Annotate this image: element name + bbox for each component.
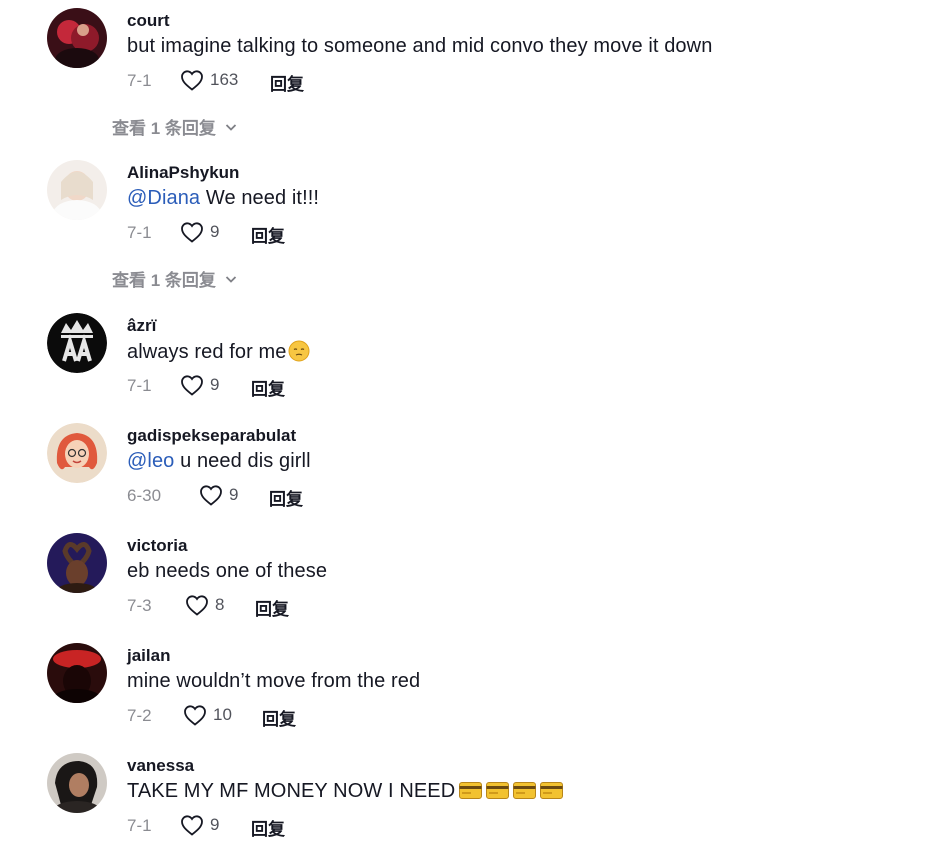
view-replies-button[interactable]: 查看 1 条回复 — [112, 266, 238, 291]
comment-date: 7-1 — [127, 223, 152, 242]
comment-text: @leo u need dis girll — [127, 450, 311, 473]
like-button[interactable]: 10 — [183, 704, 232, 726]
comment-date: 6-30 — [127, 486, 162, 505]
username[interactable]: AlinaPshykun — [127, 163, 239, 183]
like-count: 9 — [229, 485, 239, 504]
avatar[interactable] — [47, 313, 107, 373]
comment-text: @Diana We need it!!! — [127, 187, 319, 210]
view-replies-button[interactable]: 查看 1 条回复 — [112, 114, 238, 139]
username[interactable]: âzrï — [127, 316, 156, 336]
reply-button[interactable]: 回复 — [251, 375, 285, 400]
heart-icon — [181, 222, 203, 243]
credit-card-emoji — [459, 782, 483, 799]
avatar[interactable] — [47, 423, 107, 483]
comment-text-body: always red for me — [127, 341, 287, 363]
avatar[interactable] — [47, 160, 107, 220]
avatar[interactable] — [47, 533, 107, 593]
comment-text: TAKE MY MF MONEY NOW I NEED — [127, 780, 564, 803]
like-count: 9 — [210, 375, 220, 394]
comment-text-body: TAKE MY MF MONEY NOW I NEED — [127, 780, 456, 802]
heart-icon — [200, 485, 222, 506]
comment-text: eb needs one of these — [127, 560, 328, 582]
avatar[interactable] — [47, 643, 107, 703]
like-count: 9 — [210, 815, 220, 834]
like-button[interactable]: 9 — [180, 374, 219, 396]
chevron-down-icon — [225, 275, 237, 283]
comment-date: 7-1 — [127, 71, 152, 90]
mention-link[interactable]: @leo — [127, 450, 174, 472]
reply-button[interactable]: 回复 — [251, 815, 285, 840]
like-button[interactable]: 163 — [180, 69, 238, 91]
like-count: 9 — [210, 222, 220, 241]
mention-link[interactable]: @Diana — [127, 187, 200, 209]
like-count: 163 — [210, 70, 239, 89]
comment-text: mine wouldn’t move from the red — [127, 670, 421, 692]
like-button[interactable]: 9 — [180, 814, 219, 836]
comment-text: but imagine talking to someone and mid c… — [127, 35, 713, 57]
username[interactable]: gadispekseparabulat — [127, 426, 296, 446]
credit-card-emoji — [513, 782, 537, 799]
like-count: 10 — [213, 705, 232, 724]
username[interactable]: jailan — [127, 646, 170, 666]
reply-button[interactable]: 回复 — [255, 595, 289, 620]
heart-icon — [181, 70, 203, 91]
comment-date: 7-3 — [127, 596, 152, 615]
comment-text-body: u need dis girll — [174, 450, 311, 472]
comment-text: always red for me — [127, 340, 310, 364]
chevron-down-icon — [225, 123, 237, 131]
comment-date: 7-1 — [127, 376, 152, 395]
avatar[interactable] — [47, 753, 107, 813]
username[interactable]: vanessa — [127, 756, 194, 776]
reply-button[interactable]: 回复 — [251, 222, 285, 247]
heart-icon — [186, 595, 208, 616]
heart-icon — [184, 705, 206, 726]
pleading-face-emoji — [288, 340, 310, 362]
username[interactable]: court — [127, 11, 170, 31]
like-button[interactable]: 9 — [180, 221, 219, 243]
avatar[interactable] — [47, 8, 107, 68]
reply-button[interactable]: 回复 — [262, 705, 296, 730]
credit-card-emoji — [540, 782, 564, 799]
view-replies-label: 查看 1 条回复 — [112, 119, 216, 138]
reply-button[interactable]: 回复 — [270, 70, 304, 95]
comment-text-body: We need it!!! — [200, 187, 320, 209]
like-button[interactable]: 9 — [199, 484, 238, 506]
username[interactable]: victoria — [127, 536, 187, 556]
comment-date: 7-1 — [127, 816, 152, 835]
like-count: 8 — [215, 595, 225, 614]
heart-icon — [181, 815, 203, 836]
comment-date: 7-2 — [127, 706, 152, 725]
like-button[interactable]: 8 — [185, 594, 224, 616]
heart-icon — [181, 375, 203, 396]
credit-card-emoji — [486, 782, 510, 799]
reply-button[interactable]: 回复 — [269, 485, 303, 510]
view-replies-label: 查看 1 条回复 — [112, 271, 216, 290]
